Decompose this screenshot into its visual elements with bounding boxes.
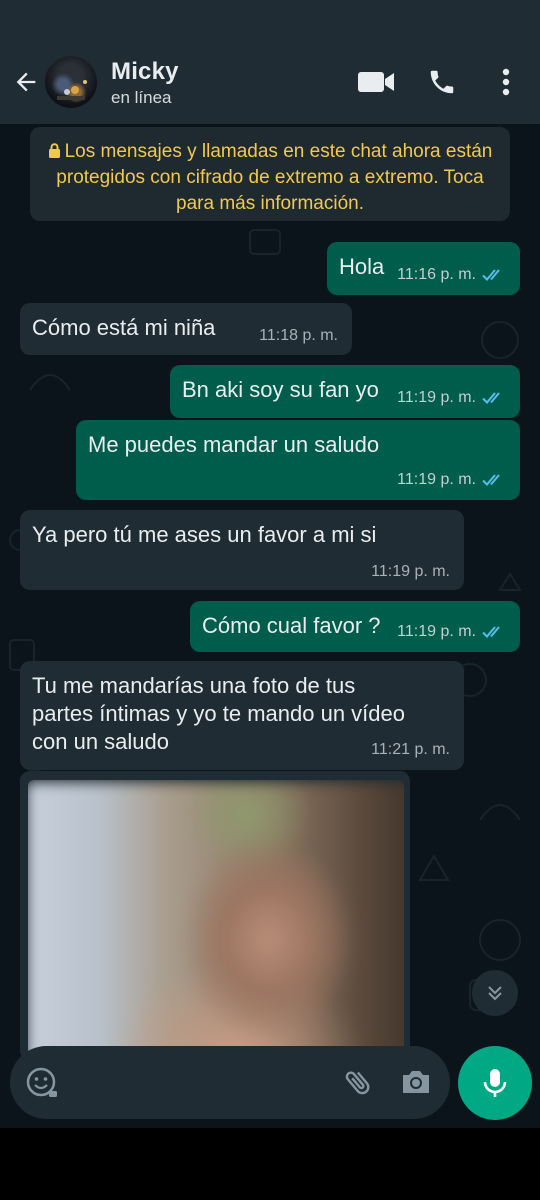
contact-status: en línea xyxy=(111,88,172,107)
message-input[interactable] xyxy=(80,1064,334,1102)
chat-header: Micky en línea xyxy=(0,0,540,124)
message-text: Cómo cual favor ? xyxy=(202,613,381,638)
contact-name[interactable]: Micky xyxy=(111,58,179,86)
mic-icon xyxy=(483,1069,507,1097)
message-text: Tu me mandarías una foto de tus partes í… xyxy=(32,672,405,756)
read-receipt-icon xyxy=(482,626,500,638)
scroll-to-bottom-button[interactable] xyxy=(472,970,518,1016)
message-text: Hola xyxy=(339,254,385,279)
message-outgoing[interactable]: Me puedes mandar un saludo 11:19 p. m. xyxy=(76,420,520,500)
camera-icon xyxy=(403,1071,429,1093)
message-composer xyxy=(10,1046,450,1119)
emoji-icon xyxy=(26,1067,57,1097)
camera-button[interactable] xyxy=(398,1064,434,1100)
message-time: 11:19 p. m. xyxy=(397,471,476,488)
message-line: partes íntimas y yo te mando un vídeo xyxy=(32,701,405,726)
encryption-notice-text: Los mensajes y llamadas en este chat aho… xyxy=(56,141,493,214)
video-call-button[interactable] xyxy=(356,64,396,100)
message-line: con un saludo xyxy=(32,729,169,754)
emoji-button[interactable] xyxy=(24,1065,60,1101)
voice-call-button[interactable] xyxy=(424,64,460,100)
message-text: Me puedes mandar un saludo xyxy=(88,432,380,457)
message-text: Cómo está mi niña xyxy=(32,315,216,340)
message-time: 11:16 p. m. xyxy=(397,266,476,283)
read-receipt-icon xyxy=(482,474,500,486)
message-time: 11:19 p. m. xyxy=(397,389,476,406)
message-text: Ya pero tú me ases un favor a mi si xyxy=(32,522,377,547)
encryption-notice[interactable]: Los mensajes y llamadas en este chat aho… xyxy=(30,127,510,221)
message-outgoing[interactable]: Cómo cual favor ? 11:19 p. m. xyxy=(190,601,520,652)
message-incoming[interactable]: Tu me mandarías una foto de tus partes í… xyxy=(20,661,464,770)
message-image[interactable] xyxy=(20,771,410,1061)
more-vert-icon xyxy=(502,68,510,96)
image-content[interactable] xyxy=(28,780,404,1055)
message-outgoing[interactable]: Hola 11:16 p. m. xyxy=(327,242,520,295)
read-receipt-icon xyxy=(482,392,500,404)
message-line: Tu me mandarías una foto de tus xyxy=(32,673,356,698)
message-time: 11:19 p. m. xyxy=(371,563,450,580)
avatar-image xyxy=(57,80,87,100)
chat-screen: Micky en línea Los mensajes y llamadas e… xyxy=(0,0,540,1128)
attach-button[interactable] xyxy=(340,1064,376,1100)
double-chevron-down-icon xyxy=(488,986,502,1001)
message-incoming[interactable]: Cómo está mi niña 11:18 p. m. xyxy=(20,303,352,355)
back-button[interactable] xyxy=(8,64,44,100)
message-incoming[interactable]: Ya pero tú me ases un favor a mi si 11:1… xyxy=(20,510,464,590)
attach-icon xyxy=(345,1071,370,1095)
blurred-photo xyxy=(28,782,404,1055)
voice-call-icon xyxy=(430,70,454,94)
message-time: 11:18 p. m. xyxy=(259,327,338,344)
read-receipt-icon xyxy=(482,269,500,281)
more-options-button[interactable] xyxy=(494,64,518,100)
message-time: 11:19 p. m. xyxy=(397,623,476,640)
avatar[interactable] xyxy=(45,56,97,108)
lock-icon xyxy=(48,143,60,158)
back-arrow-icon xyxy=(16,72,36,92)
video-call-icon xyxy=(358,72,394,92)
message-outgoing[interactable]: Bn aki soy su fan yo 11:19 p. m. xyxy=(170,365,520,418)
voice-record-button[interactable] xyxy=(458,1046,532,1120)
message-text: Bn aki soy su fan yo xyxy=(182,377,379,402)
message-time: 11:21 p. m. xyxy=(371,741,450,758)
